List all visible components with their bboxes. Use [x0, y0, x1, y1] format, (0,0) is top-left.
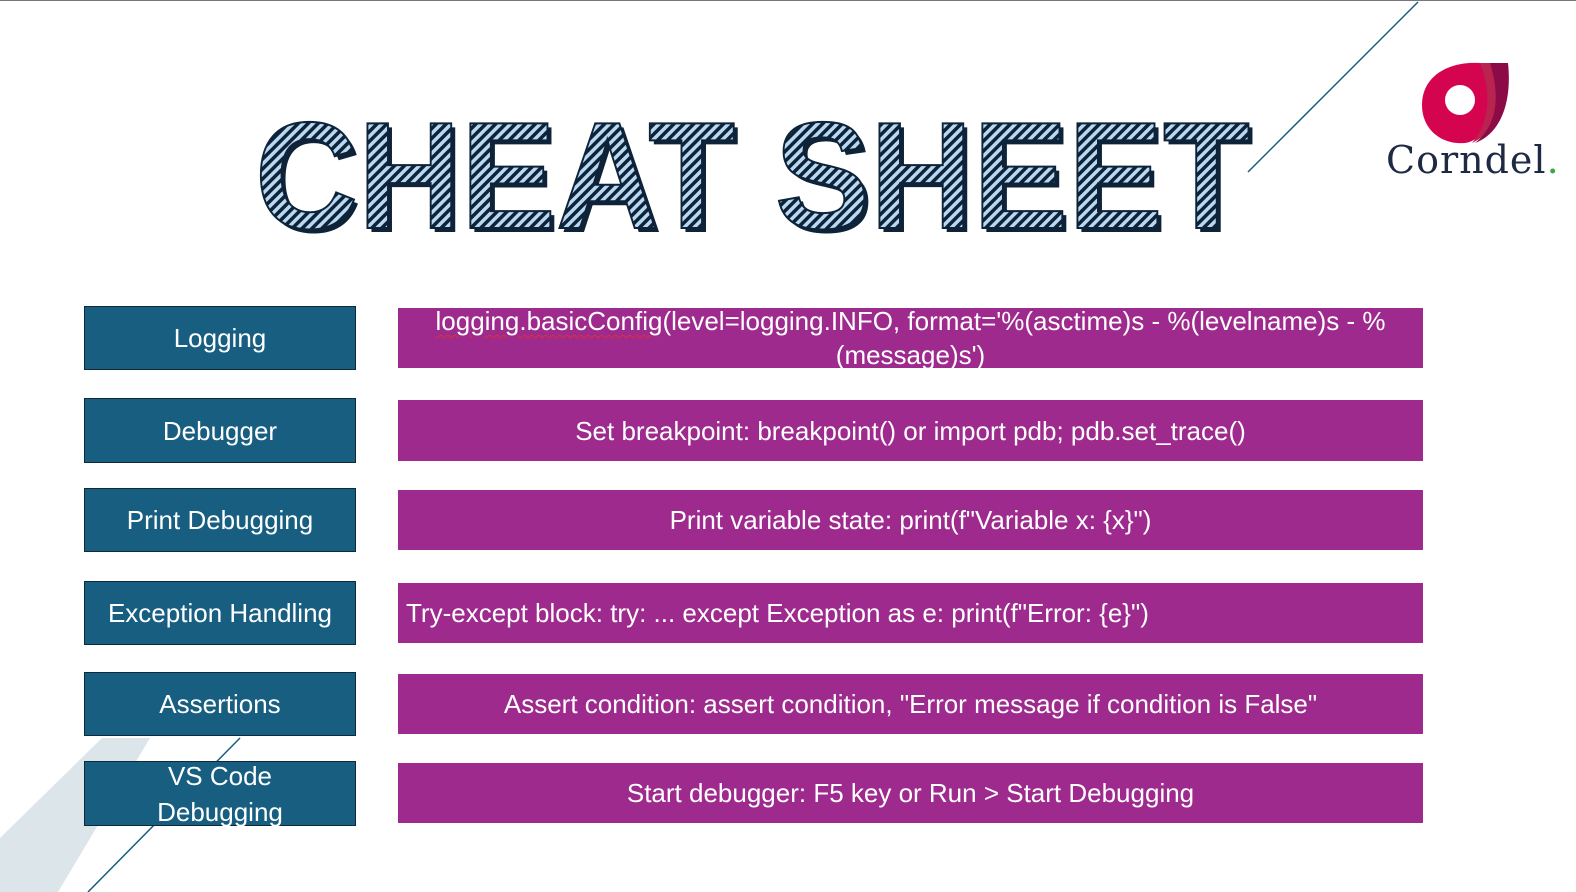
label-logging: Logging: [84, 306, 356, 370]
desc-vs-code-debugging: Start debugger: F5 key or Run > Start De…: [398, 763, 1423, 823]
title-text: CHEAT SHEET: [255, 100, 1250, 250]
desc-exception-handling: Try-except block: try: ... except Except…: [398, 583, 1423, 643]
desc-logging-function: logging.basicConfig: [435, 306, 663, 336]
label-print-debugging: Print Debugging: [84, 488, 356, 552]
label-exception-handling: Exception Handling: [84, 581, 356, 645]
desc-logging-args: (level=logging.INFO, format='%(asctime)s…: [662, 306, 1386, 370]
desc-print-debugging: Print variable state: print(f"Variable x…: [398, 490, 1423, 550]
label-debugger: Debugger: [84, 398, 356, 463]
label-vs-code-debugging: VS Code Debugging: [84, 761, 356, 827]
desc-debugger: Set breakpoint: breakpoint() or import p…: [398, 400, 1423, 461]
logo-wordmark: Corndel.: [1386, 138, 1560, 182]
page-title: CHEAT SHEET CHEAT SHEET: [254, 100, 1254, 250]
label-assertions: Assertions: [84, 672, 356, 736]
desc-assertions: Assert condition: assert condition, "Err…: [398, 674, 1423, 734]
desc-logging: logging.basicConfig(level=logging.INFO, …: [398, 306, 1423, 370]
